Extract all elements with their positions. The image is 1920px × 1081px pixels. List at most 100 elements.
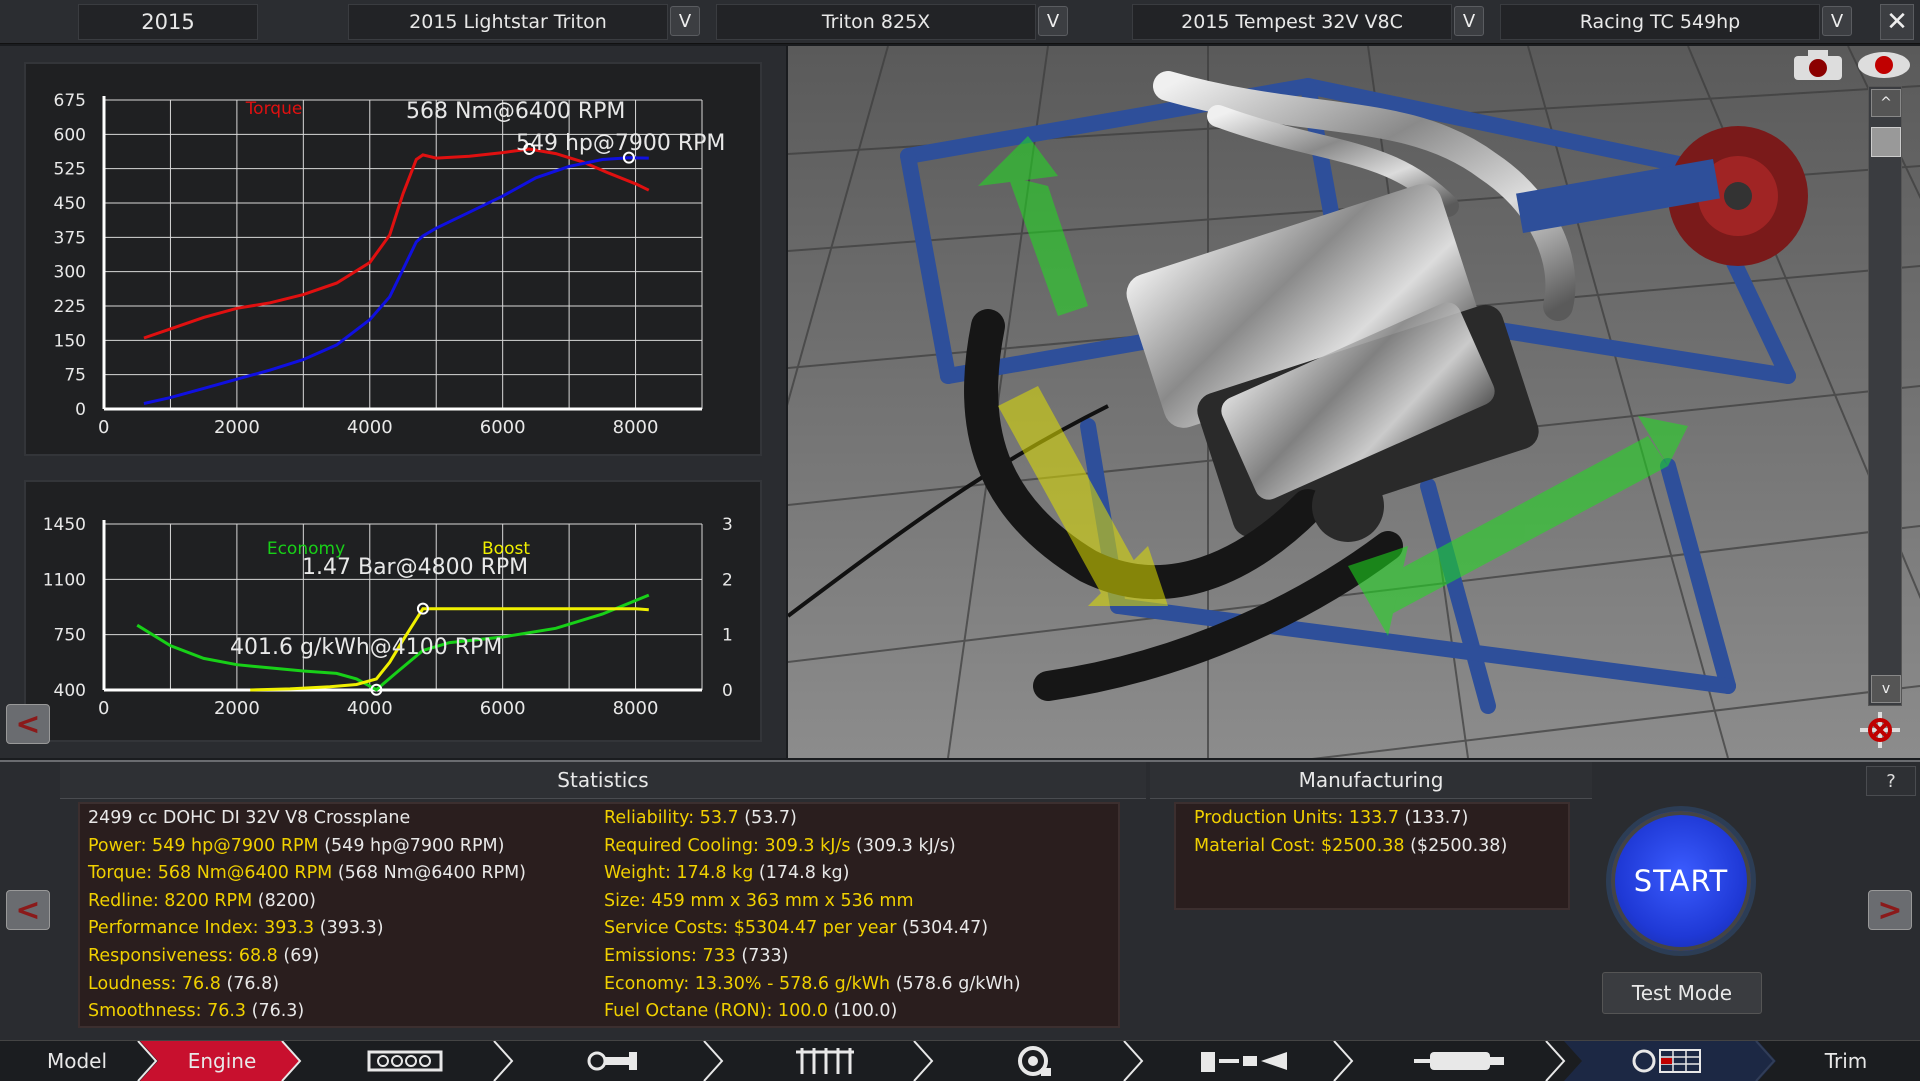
nav-fuel[interactable] (1180, 1041, 1310, 1081)
nav-crank[interactable] (550, 1041, 680, 1081)
stat-line: Emissions: 733 (733) (604, 946, 788, 966)
stat-base-value: (133.7) (1404, 808, 1469, 828)
stat-value: Performance Index: 393.3 (88, 918, 315, 939)
stat-line: Weight: 174.8 kg (174.8 kg) (604, 863, 849, 883)
next-page-button[interactable]: > (1868, 890, 1912, 930)
stat-line: Material Cost: $2500.38 ($2500.38) (1194, 836, 1507, 856)
head-icon (796, 1048, 854, 1074)
model-dropdown-button[interactable]: V (670, 6, 700, 36)
y-tick-label: 525 (54, 160, 86, 180)
camera-icon[interactable] (1788, 48, 1848, 82)
chevron-left-icon: < (15, 892, 41, 928)
stat-value: Loudness: 76.8 (88, 973, 221, 994)
series-line-torque (143, 147, 650, 340)
x-tick-label: 2000 (214, 417, 260, 438)
stat-line: Production Units: 133.7 (133.7) (1194, 808, 1468, 828)
y-tick-label: 375 (54, 228, 86, 248)
statistics-title: Statistics (557, 768, 649, 792)
x-tick-label: 0 (98, 417, 109, 438)
stat-line: Size: 459 mm x 363 mm x 536 mm (604, 891, 914, 911)
stat-value: Material Cost: $2500.38 (1194, 835, 1405, 856)
help-button[interactable]: ? (1866, 766, 1916, 796)
y-tick-label: 750 (54, 626, 86, 646)
stat-base-value: (69) (283, 946, 320, 966)
stat-base-value: (53.7) (744, 808, 797, 828)
chart-back-button[interactable]: < (6, 704, 50, 744)
block-icon (367, 1050, 443, 1072)
nav-engine[interactable]: Engine (160, 1041, 284, 1081)
start-button[interactable]: START (1606, 806, 1756, 956)
stat-line: Responsiveness: 68.8 (69) (88, 946, 319, 966)
stat-value: Economy: 13.30% - 578.6 g/kWh (604, 973, 891, 994)
stat-line: Torque: 568 Nm@6400 RPM (568 Nm@6400 RPM… (88, 863, 526, 883)
engine-3d-viewport[interactable]: ^ v (788, 46, 1920, 758)
stat-line: Performance Index: 393.3 (393.3) (88, 918, 384, 938)
y2-tick-label: 1 (722, 626, 733, 646)
stat-base-value: (8200) (257, 890, 316, 911)
chevron-down-icon: V (1830, 10, 1844, 32)
stat-value: Production Units: 133.7 (1194, 808, 1399, 828)
bottom-nav: Model Engine Trim (0, 1040, 1920, 1081)
manufacturing-header: Manufacturing (1150, 762, 1592, 799)
stat-line: Fuel Octane (RON): 100.0 (100.0) (604, 1001, 897, 1021)
chevron-down-icon[interactable]: v (1871, 675, 1901, 703)
eye-icon[interactable] (1854, 48, 1914, 82)
y-tick-label: 600 (54, 125, 86, 145)
nav-trim-label: Trim (1824, 1049, 1868, 1073)
stat-value: Service Costs: $5304.47 per year (604, 918, 897, 939)
nav-model[interactable]: Model (20, 1041, 134, 1081)
nav-tuning[interactable] (1600, 1041, 1740, 1081)
stat-value: Size: 459 mm x 363 mm x 536 mm (604, 890, 914, 911)
torque-power-chart-panel: 0 2000 4000 6000 8000 0 75 150 225 300 375 450 525 60… (24, 62, 762, 456)
x-tick-label: 6000 (480, 698, 526, 719)
engine-family-dropdown-button[interactable]: V (1454, 6, 1484, 36)
nav-exhaust[interactable] (1390, 1041, 1530, 1081)
nav-trim[interactable]: Trim (1786, 1041, 1906, 1081)
trim-dropdown-button[interactable]: V (1038, 6, 1068, 36)
engine-family-selector[interactable]: 2015 Tempest 32V V8C (1132, 4, 1452, 40)
y-tick-label: 1450 (43, 515, 86, 535)
x-tick-label: 4000 (347, 698, 393, 719)
zoom-scrollbar[interactable]: ^ v (1868, 86, 1902, 706)
x-tick-label: 8000 (613, 417, 659, 438)
stat-base-value: (309.3 kJ/s) (856, 835, 956, 856)
prev-page-button[interactable]: < (6, 890, 50, 930)
trim-selector[interactable]: Triton 825X (716, 4, 1036, 40)
nav-turbo[interactable] (970, 1041, 1100, 1081)
model-selector[interactable]: 2015 Lightstar Triton (348, 4, 668, 40)
stat-base-value: (549 hp@7900 RPM) (324, 835, 505, 856)
turbo-icon (1018, 1046, 1051, 1076)
statistics-box: 2499 cc DOHC DI 32V V8 Crossplane Power: … (78, 802, 1120, 1028)
x-tick-label: 6000 (480, 417, 526, 438)
x-tick-label: 0 (98, 698, 109, 719)
zoom-slider-handle[interactable] (1871, 127, 1901, 157)
y-tick-label: 225 (54, 297, 86, 317)
stat-value: Power: 549 hp@7900 RPM (88, 835, 319, 856)
nav-block[interactable] (340, 1041, 470, 1081)
stat-base-value: (5304.47) (902, 918, 989, 939)
variant-dropdown-button[interactable]: V (1822, 6, 1852, 36)
close-button[interactable]: ✕ (1880, 4, 1914, 40)
stat-line: Power: 549 hp@7900 RPM (549 hp@7900 RPM) (88, 836, 504, 856)
stat-base-value: (100.0) (833, 1001, 898, 1022)
y2-tick-label: 2 (722, 570, 733, 590)
top-bar: 2015 2015 Lightstar Triton V Triton 825X… (0, 0, 1920, 44)
nav-head[interactable] (760, 1041, 890, 1081)
x-tick-label: 4000 (347, 417, 393, 438)
stat-line: Reliability: 53.7 (53.7) (604, 808, 797, 828)
reset-view-icon[interactable] (1850, 706, 1910, 754)
test-mode-button[interactable]: Test Mode (1602, 972, 1762, 1014)
stat-line: Loudness: 76.8 (76.8) (88, 974, 279, 994)
model-label: 2015 Lightstar Triton (409, 11, 607, 33)
chevron-down-icon: V (1462, 10, 1476, 32)
stat-value: Smoothness: 76.3 (88, 1001, 247, 1022)
annotation-peak-power: 549 hp@7900 RPM (516, 131, 725, 156)
stat-value: Fuel Octane (RON): 100.0 (604, 1001, 829, 1022)
variant-selector[interactable]: Racing TC 549hp (1500, 4, 1820, 40)
chevron-down-icon: V (678, 10, 692, 32)
year-selector[interactable]: 2015 (78, 4, 258, 40)
chevron-up-icon[interactable]: ^ (1871, 89, 1901, 117)
annotation-peak-torque: 568 Nm@6400 RPM (406, 99, 625, 124)
legend-torque: Torque (245, 99, 303, 119)
manufacturing-box: Production Units: 133.7 (133.7) Material … (1174, 802, 1570, 910)
